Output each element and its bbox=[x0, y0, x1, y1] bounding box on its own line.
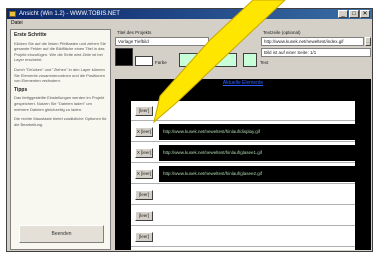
row-select-button[interactable]: [leer] bbox=[135, 232, 153, 242]
list-item: [leer] bbox=[131, 185, 355, 205]
help-sidebar: Erste Schritte Klicken Sie auf die linke… bbox=[10, 29, 111, 250]
menu-file[interactable]: Datei bbox=[11, 20, 23, 26]
sidebar-text: Durch "Drücken" und "Ziehen" in den Laye… bbox=[14, 66, 105, 84]
project-title-input[interactable]: Vorlage Tiefbild bbox=[115, 37, 209, 46]
sidebar-text: Das fertiggestellte Einstellungen werden… bbox=[14, 95, 105, 112]
main-panel: Titel des Projekts Vorlage Tiefbild Text… bbox=[115, 29, 371, 250]
color-swatch[interactable] bbox=[243, 53, 257, 67]
foreground-color-swatch[interactable] bbox=[135, 56, 153, 66]
close-button[interactable]: ✕ bbox=[360, 10, 370, 18]
list-item: X [leer] http://www.kusek.net/neweltest/h… bbox=[131, 143, 355, 163]
row-select-button[interactable]: X [leer] bbox=[135, 127, 153, 137]
sidebar-heading-tips: Tipps bbox=[14, 86, 28, 93]
window-controls: _ □ ✕ bbox=[338, 10, 370, 18]
list-item: [leer] bbox=[131, 227, 355, 247]
sidebar-text: Die rechte Maustaste bietet zusätzliche … bbox=[14, 116, 107, 127]
text-color-label: Text bbox=[260, 60, 269, 65]
color-swatch[interactable] bbox=[179, 53, 205, 67]
app-icon bbox=[9, 11, 16, 17]
row-select-button[interactable]: [leer] bbox=[135, 190, 153, 200]
row-url[interactable]: http://www.kusek.net/neweltest/hinlauf/g… bbox=[159, 166, 355, 182]
layout-canvas: Aktuelle Elemente [leer] X [leer] http://w… bbox=[115, 79, 371, 250]
row-select-button[interactable]: [leer] bbox=[135, 106, 153, 116]
page: Ansicht (Win 1.2) - WWW.TOBIS.NET _ □ ✕ … bbox=[0, 0, 381, 256]
finish-button[interactable]: Beenden bbox=[19, 225, 104, 243]
element-list: [leer] X [leer] http://www.kusek.net/newel… bbox=[131, 101, 355, 250]
list-item: X [leer] http://www.kusek.net/neweltest/h… bbox=[131, 164, 355, 184]
row-select-button[interactable]: [leer] bbox=[135, 211, 153, 221]
canvas-caption: Aktuelle Elemente bbox=[222, 80, 264, 86]
row-url[interactable]: http://www.kusek.net/neweltest/hinlauf/g… bbox=[159, 145, 355, 161]
title-bar: Ansicht (Win 1.2) - WWW.TOBIS.NET _ □ ✕ bbox=[7, 9, 372, 19]
row-url[interactable]: http://www.kusek.net/neweltest/hinlauf/d… bbox=[159, 124, 355, 140]
text-line-label: Textzeile (optional) bbox=[263, 30, 301, 35]
background-color-swatch[interactable] bbox=[115, 48, 133, 66]
browse-button[interactable]: ... bbox=[365, 37, 371, 46]
sidebar-heading-first-steps: Erste Schritte bbox=[14, 32, 47, 38]
project-title-label: Titel des Projekts bbox=[117, 30, 152, 35]
list-item: X [leer] http://www.kusek.net/neweltest/h… bbox=[131, 122, 355, 142]
text-line-input[interactable]: http://www.kusek.net/neweltest/index.gif bbox=[261, 37, 364, 46]
sidebar-text: Klicken Sie auf die linken Pfeiltasten u… bbox=[14, 40, 106, 63]
row-select-button[interactable]: X [leer] bbox=[135, 148, 153, 158]
window-title: Ansicht (Win 1.2) - WWW.TOBIS.NET bbox=[19, 11, 120, 17]
image-select[interactable]: Bild ist auf einer Seite: 1/1 bbox=[261, 48, 371, 57]
list-item: [leer] bbox=[131, 101, 355, 121]
color-swatch[interactable] bbox=[211, 53, 237, 67]
color-label: Farbe bbox=[155, 60, 167, 65]
row-select-button[interactable]: X [leer] bbox=[135, 169, 153, 179]
minimize-button[interactable]: _ bbox=[338, 10, 348, 18]
maximize-button[interactable]: □ bbox=[349, 10, 359, 18]
menu-bar: Datei bbox=[7, 19, 372, 27]
app-window: Ansicht (Win 1.2) - WWW.TOBIS.NET _ □ ✕ … bbox=[6, 8, 373, 252]
list-item: [leer] bbox=[131, 206, 355, 226]
